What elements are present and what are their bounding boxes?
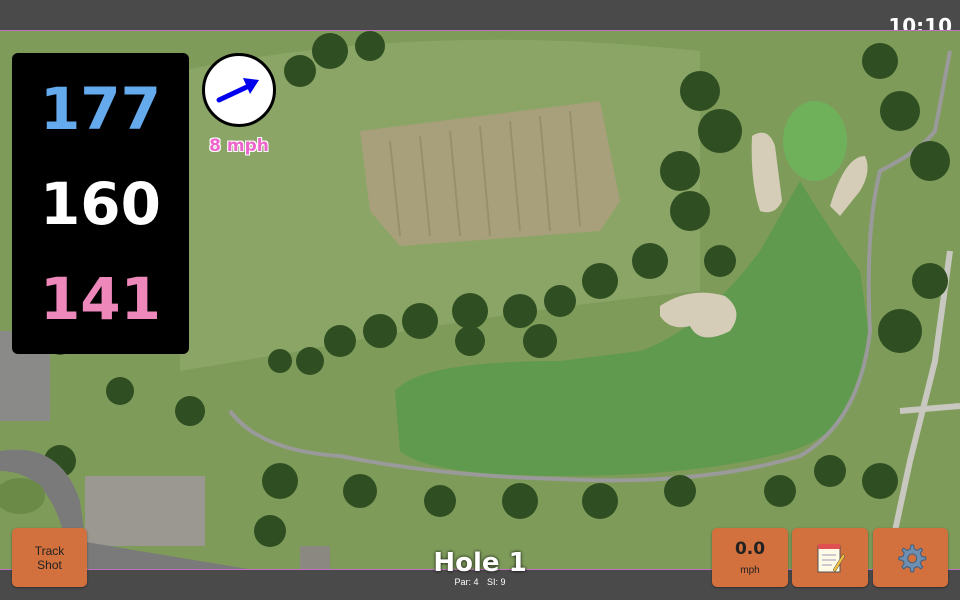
speed-unit: mph bbox=[740, 565, 760, 576]
hole-stroke-index: SI: 9 bbox=[487, 577, 506, 587]
top-bar bbox=[0, 0, 960, 30]
notepad-icon bbox=[817, 543, 845, 572]
course-map[interactable]: 177 160 141 8 mph bbox=[0, 30, 960, 570]
wind-indicator bbox=[202, 53, 276, 127]
track-shot-label-line1: Track bbox=[34, 543, 65, 558]
wind-speed-label: 8 mph bbox=[209, 136, 269, 156]
hole-par: Par: 4 bbox=[454, 577, 479, 587]
speed-value: 0.0 bbox=[734, 539, 766, 559]
wind-arrow-icon bbox=[216, 78, 259, 103]
settings-button[interactable] bbox=[873, 528, 948, 587]
center-yardage: 160 bbox=[39, 169, 162, 238]
hole-info: Par: 4 SI: 9 bbox=[380, 577, 580, 587]
hole-title: Hole 1 bbox=[433, 548, 527, 578]
yardage-panel: 177 160 141 bbox=[12, 53, 189, 354]
speed-button[interactable]: 0.0 mph bbox=[712, 528, 788, 587]
gear-icon bbox=[897, 544, 926, 572]
back-yardage: 177 bbox=[39, 74, 162, 143]
track-shot-label-line2: Shot bbox=[37, 557, 62, 572]
notes-button[interactable] bbox=[792, 528, 868, 587]
front-yardage: 141 bbox=[39, 264, 162, 333]
track-shot-button[interactable]: Track Shot bbox=[12, 528, 87, 587]
